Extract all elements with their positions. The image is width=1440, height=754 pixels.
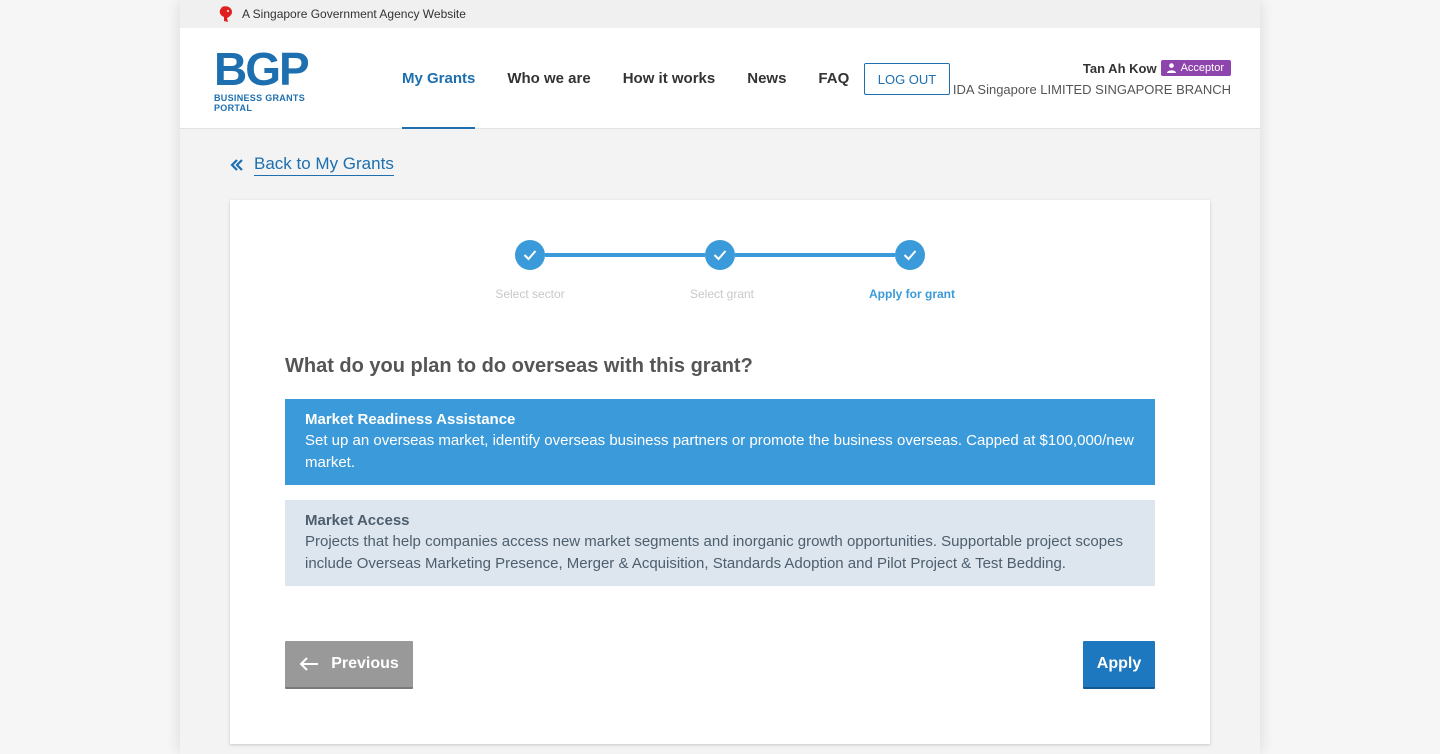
nav-item-news[interactable]: News bbox=[747, 28, 786, 129]
option-description: Projects that help companies access new … bbox=[305, 533, 1123, 572]
step-label-apply-for-grant: Apply for grant bbox=[869, 287, 955, 301]
double-chevron-left-icon bbox=[230, 158, 244, 172]
step-2-check-icon bbox=[705, 240, 735, 270]
role-badge: Acceptor bbox=[1160, 60, 1231, 76]
option-description: Set up an overseas market, identify over… bbox=[305, 432, 1134, 471]
nav-item-faq[interactable]: FAQ bbox=[818, 28, 849, 129]
step-1-check-icon bbox=[515, 240, 545, 270]
option-market-readiness-assistance[interactable]: Market Readiness Assistance Set up an ov… bbox=[285, 399, 1155, 485]
nav-item-how-it-works[interactable]: How it works bbox=[623, 28, 716, 129]
site-header: BGP BUSINESS GRANTS PORTAL My Grants Who… bbox=[180, 28, 1260, 129]
gov-banner: A Singapore Government Agency Website bbox=[180, 0, 1260, 28]
nav-item-my-grants[interactable]: My Grants bbox=[402, 28, 476, 129]
step-connector bbox=[735, 253, 895, 257]
person-icon bbox=[1166, 63, 1176, 73]
option-title: Market Readiness Assistance bbox=[305, 411, 516, 428]
main-nav: My Grants Who we are How it works News F… bbox=[402, 28, 881, 129]
option-title: Market Access bbox=[305, 512, 410, 529]
grant-application-card: Select sector Select grant Apply for gra… bbox=[230, 200, 1210, 744]
progress-stepper: Select sector Select grant Apply for gra… bbox=[230, 240, 1210, 320]
user-organization: IDA Singapore LIMITED SINGAPORE BRANCH bbox=[952, 82, 1231, 97]
bgp-logo[interactable]: BGP BUSINESS GRANTS PORTAL bbox=[214, 46, 344, 113]
logo-subtitle: BUSINESS GRANTS PORTAL bbox=[214, 93, 306, 113]
back-to-my-grants-link[interactable]: Back to My Grants bbox=[230, 154, 394, 176]
nav-item-who-we-are[interactable]: Who we are bbox=[507, 28, 590, 129]
logo-mark: BGP bbox=[214, 43, 310, 95]
arrow-left-icon bbox=[299, 657, 319, 671]
role-badge-label: Acceptor bbox=[1180, 62, 1224, 74]
step-3-check-icon bbox=[895, 240, 925, 270]
logout-button[interactable]: LOG OUT bbox=[864, 63, 950, 95]
user-info: Tan Ah Kow Acceptor IDA Singapore LIMITE… bbox=[953, 60, 1231, 97]
previous-button-label: Previous bbox=[331, 655, 399, 672]
apply-button[interactable]: Apply bbox=[1083, 641, 1155, 689]
gov-banner-text: A Singapore Government Agency Website bbox=[242, 7, 466, 21]
back-link-label: Back to My Grants bbox=[254, 154, 394, 176]
step-label-select-grant: Select grant bbox=[689, 287, 755, 301]
question-heading: What do you plan to do overseas with thi… bbox=[285, 355, 753, 377]
user-name: Tan Ah Kow bbox=[1082, 60, 1157, 76]
lion-head-icon bbox=[218, 5, 234, 23]
step-label-select-sector: Select sector bbox=[495, 287, 565, 301]
option-market-access[interactable]: Market Access Projects that help compani… bbox=[285, 500, 1155, 586]
step-connector bbox=[545, 253, 705, 257]
previous-button[interactable]: Previous bbox=[285, 641, 413, 689]
page: A Singapore Government Agency Website BG… bbox=[180, 0, 1260, 754]
